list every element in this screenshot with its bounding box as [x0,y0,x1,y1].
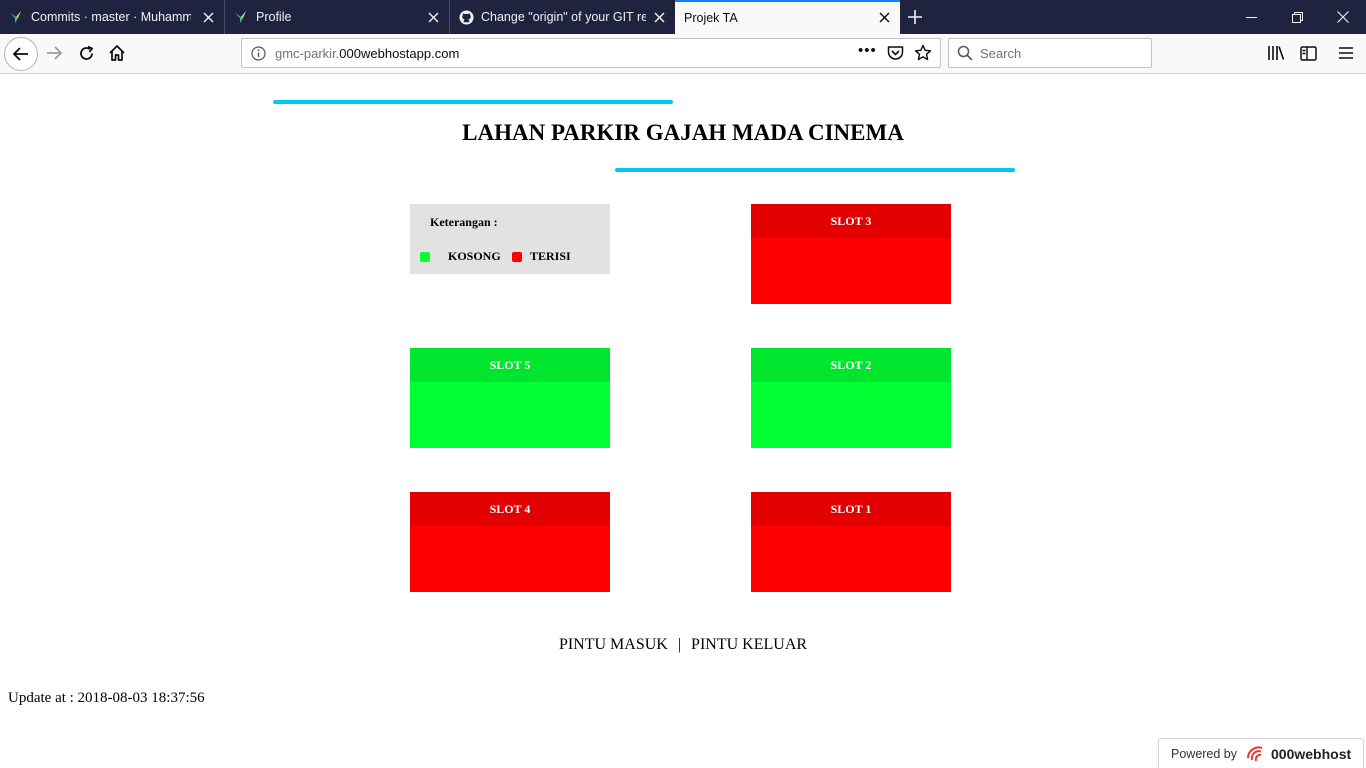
close-window-button[interactable] [1320,0,1366,34]
parking-slot: SLOT 3 [751,204,951,304]
tab-projek-ta[interactable]: Projek TA [675,0,900,34]
hummingbird-icon [8,9,24,25]
decorative-line-bottom [615,168,1015,172]
navigation-toolbar: gmc-parkir.000webhostapp.com ••• Search [0,34,1366,74]
url-bar[interactable]: gmc-parkir.000webhostapp.com ••• [241,38,941,68]
hummingbird-icon [233,9,249,25]
url-text[interactable]: gmc-parkir.000webhostapp.com [275,46,459,61]
legend-full-label: TERISI [530,249,571,263]
close-tab-icon[interactable] [876,9,892,25]
search-icon [957,45,973,66]
parking-slot: SLOT 5 [410,348,610,448]
parking-slot: SLOT 1 [751,492,951,592]
brand-name: 000webhost [1271,745,1352,762]
exit-gate-label: PINTU KELUAR [691,636,808,653]
close-tab-icon[interactable] [425,9,441,25]
forward-button[interactable] [43,42,65,64]
page-title: LAHAN PARKIR GAJAH MADA CINEMA [462,120,904,145]
slot-label: SLOT 4 [410,492,610,526]
hamburger-menu-icon [1339,47,1353,59]
new-tab-button[interactable] [904,6,926,28]
tab-title: Commits · master · Muhammad [31,10,191,24]
tab-title: Change "origin" of your GIT repository [481,10,646,24]
entry-gate-label: PINTU MASUK [558,636,668,653]
powered-by-badge[interactable]: Powered by 000webhost [1158,738,1364,768]
arrow-left-icon [12,47,28,61]
plus-icon [908,10,922,24]
bookmark-star-icon[interactable] [914,44,932,67]
slot-label: SLOT 1 [751,492,951,526]
legend-empty-swatch [420,252,430,262]
back-button[interactable] [4,37,38,71]
tab-title: Profile [256,10,292,24]
parking-slot: SLOT 2 [751,348,951,448]
minimize-icon [1245,16,1257,18]
slot-label: SLOT 5 [410,348,610,382]
reload-icon [79,45,93,60]
restore-icon [1291,11,1303,23]
powered-by-text: Powered by [1171,746,1238,761]
restore-button[interactable] [1274,0,1320,34]
parking-slot: SLOT 4 [410,492,610,592]
sidebar-icon [1299,45,1317,61]
arrow-right-icon [47,46,63,60]
github-icon [458,9,474,25]
slot-label: SLOT 2 [751,348,951,382]
legend-title: Keterangan : [430,215,498,229]
menu-button[interactable] [1335,42,1357,64]
close-tab-icon[interactable] [200,9,216,25]
pocket-icon[interactable] [887,45,904,66]
tab-title: Projek TA [684,11,738,25]
search-bar[interactable]: Search [948,38,1152,68]
library-button[interactable] [1265,42,1287,64]
tab-commits[interactable]: Commits · master · Muhammad [0,0,225,34]
page-actions-icon[interactable]: ••• [858,42,877,59]
home-button[interactable] [106,42,128,64]
gates-row: PINTU MASUK | PINTU KELUAR [0,636,1366,654]
home-icon [109,45,125,61]
update-timestamp: Update at : 2018-08-03 18:37:56 [8,690,205,706]
tab-strip: Commits · master · Muhammad Profile Chan… [0,0,1366,34]
reload-button[interactable] [75,42,97,64]
legend-full-swatch [512,252,522,262]
000webhost-logo-icon [1244,744,1268,764]
decorative-line-top [273,100,673,104]
close-tab-icon[interactable] [651,9,667,25]
minimize-button[interactable] [1228,0,1274,34]
gates-separator: | [677,636,682,653]
tab-profile[interactable]: Profile [225,0,450,34]
sidebar-button[interactable] [1297,42,1319,64]
search-placeholder: Search [980,46,1022,61]
tab-github[interactable]: Change "origin" of your GIT repository [450,0,675,34]
url-subdomain: gmc-parkir. [275,46,340,61]
library-icon [1268,46,1285,60]
info-icon[interactable] [251,46,266,66]
url-domain: 000webhostapp.com [339,46,460,61]
legend-box: Keterangan : KOSONG TERISI [410,204,610,274]
slot-label: SLOT 3 [751,204,951,238]
close-icon [1337,11,1349,23]
legend-empty-label: KOSONG [448,249,501,263]
